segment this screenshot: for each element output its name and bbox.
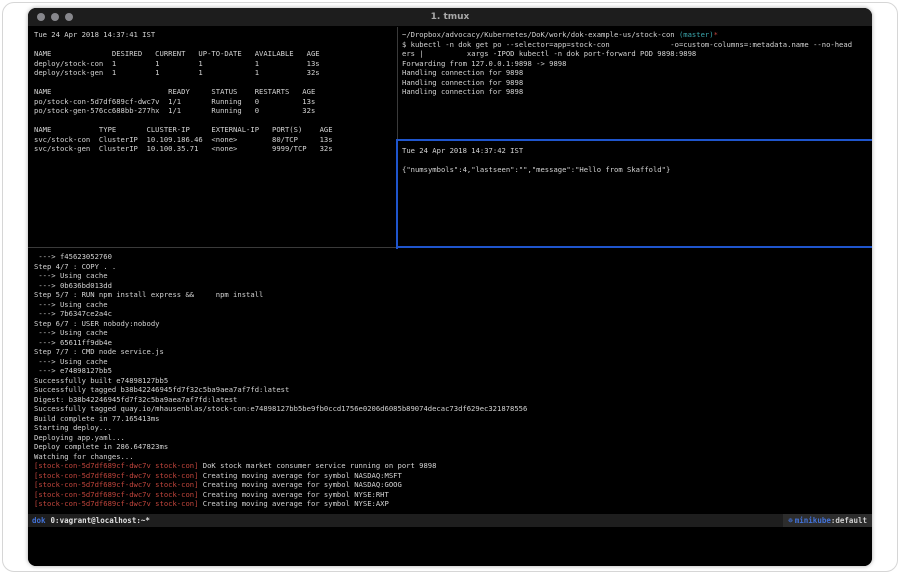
pane-divider-horizontal[interactable] (28, 247, 397, 248)
terminal-segment-red: [stock-con-5d7df689cf-dwc7v stock-con] (34, 480, 198, 489)
terminal-segment-red: * (714, 30, 718, 39)
terminal-line: Step 7/7 : CMD node service.js (34, 347, 868, 357)
active-pane-border-left[interactable] (396, 139, 398, 249)
terminal-line: svc/stock-gen ClusterIP 10.100.35.71 <no… (34, 144, 394, 154)
terminal-segment: Creating moving average for symbol NASDA… (198, 480, 401, 489)
terminal-line: Step 4/7 : COPY . . (34, 262, 868, 272)
terminal-line: $ kubectl -n dok get po --selector=app=s… (402, 40, 868, 50)
active-pane-border-top[interactable] (396, 139, 872, 141)
terminal-line: deploy/stock-con 1 1 1 1 13s (34, 59, 394, 69)
window-title: 1. tmux (28, 12, 872, 22)
terminal-line: ---> Using cache (34, 357, 868, 367)
terminal-line (34, 116, 394, 126)
terminal-line: {"numsymbols":4,"lastseen":"","message":… (402, 165, 868, 175)
terminal-line (34, 40, 394, 50)
terminal-segment: Creating moving average for symbol NYSE:… (198, 490, 388, 499)
session-name: dok (28, 516, 51, 525)
kube-namespace: :default (831, 516, 867, 525)
terminal-line: Watching for changes... (34, 452, 868, 462)
terminal-line (34, 78, 394, 88)
terminal-segment: Creating moving average for symbol NASDA… (198, 471, 401, 480)
current-window-label[interactable]: 0:vagrant@localhost:~* (51, 516, 150, 525)
terminal-line: Handling connection for 9898 (402, 68, 868, 78)
terminal-line: Successfully tagged quay.io/mhausenblas/… (34, 404, 868, 414)
terminal-segment-red: [stock-con-5d7df689cf-dwc7v stock-con] (34, 499, 198, 508)
terminal-line: svc/stock-con ClusterIP 10.109.186.46 <n… (34, 135, 394, 145)
terminal-line: Successfully built e74898127bb5 (34, 376, 868, 386)
terminal-line: po/stock-con-5d7df689cf-dwc7v 1/1 Runnin… (34, 97, 394, 107)
terminal-line: Successfully tagged b38b42246945fd7f32c5… (34, 385, 868, 395)
terminal-segment: DoK stock market consumer service runnin… (198, 461, 436, 470)
terminal-line: deploy/stock-gen 1 1 1 1 32s (34, 68, 394, 78)
terminal-line: Tue 24 Apr 2018 14:37:42 IST (402, 146, 868, 156)
terminal-segment-red: [stock-con-5d7df689cf-dwc7v stock-con] (34, 471, 198, 480)
tmux-status-bar: dok 0:vagrant@localhost:~* ☸ minikube :d… (28, 514, 872, 527)
terminal-line: Build complete in 77.165413ms (34, 414, 868, 424)
terminal-line: Step 5/7 : RUN npm install express && np… (34, 290, 868, 300)
terminal-line: [stock-con-5d7df689cf-dwc7v stock-con] C… (34, 490, 868, 500)
terminal-segment: Creating moving average for symbol NYSE:… (198, 499, 388, 508)
terminal-line: Handling connection for 9898 (402, 78, 868, 88)
terminal-line: Step 6/7 : USER nobody:nobody (34, 319, 868, 329)
terminal-line: ---> 0b636bd013dd (34, 281, 868, 291)
window-titlebar[interactable]: 1. tmux (28, 8, 872, 27)
terminal-window: 1. tmux Tue 24 Apr 2018 14:37:41 IST NAME… (28, 8, 872, 566)
pane-divider-vertical[interactable] (397, 27, 398, 140)
terminal-line: ---> f45623052760 (34, 252, 868, 262)
active-pane-border-bottom[interactable] (396, 246, 872, 248)
pane-kubectl-watch[interactable]: Tue 24 Apr 2018 14:37:41 IST NAME DESIRED… (34, 30, 394, 238)
terminal-segment-red: [stock-con-5d7df689cf-dwc7v stock-con] (34, 461, 198, 470)
terminal-line: ---> e74898127bb5 (34, 366, 868, 376)
kubernetes-icon: ☸ (788, 516, 793, 525)
terminal-line: Deploy complete in 286.647823ms (34, 442, 868, 452)
terminal-line: ~/Dropbox/advocacy/Kubernetes/DoK/work/d… (402, 30, 868, 40)
terminal-line: ---> Using cache (34, 271, 868, 281)
terminal-line: [stock-con-5d7df689cf-dwc7v stock-con] C… (34, 471, 868, 481)
terminal-line: ---> Using cache (34, 300, 868, 310)
terminal-segment: ~/Dropbox/advocacy/Kubernetes/DoK/work/d… (402, 30, 679, 39)
tmux-terminal: Tue 24 Apr 2018 14:37:41 IST NAME DESIRED… (28, 27, 872, 566)
terminal-line: NAME TYPE CLUSTER-IP EXTERNAL-IP PORT(S)… (34, 125, 394, 135)
terminal-line: [stock-con-5d7df689cf-dwc7v stock-con] D… (34, 461, 868, 471)
terminal-line: po/stock-gen-576cc688bb-277hx 1/1 Runnin… (34, 106, 394, 116)
terminal-segment-cyan: (master) (679, 30, 714, 39)
pane-port-forward[interactable]: ~/Dropbox/advocacy/Kubernetes/DoK/work/d… (402, 30, 868, 136)
terminal-segment-red: [stock-con-5d7df689cf-dwc7v stock-con] (34, 490, 198, 499)
terminal-line (402, 156, 868, 166)
terminal-line: NAME DESIRED CURRENT UP-TO-DATE AVAILABL… (34, 49, 394, 59)
terminal-line: ---> Using cache (34, 328, 868, 338)
terminal-line: [stock-con-5d7df689cf-dwc7v stock-con] C… (34, 480, 868, 490)
terminal-line: [stock-con-5d7df689cf-dwc7v stock-con] C… (34, 499, 868, 509)
terminal-line: Handling connection for 9898 (402, 87, 868, 97)
terminal-line: ers | xargs -IPOD kubectl -n dok port-fo… (402, 49, 868, 59)
kube-context: minikube (795, 516, 831, 525)
pane-build-log[interactable]: ---> f45623052760Step 4/7 : COPY . . ---… (34, 252, 868, 512)
terminal-line: Digest: b38b42246945fd7f32c5ba9aea7af7fd… (34, 395, 868, 405)
terminal-line: ---> 7b6347ce2a4c (34, 309, 868, 319)
terminal-line: ---> 65611ff9db4e (34, 338, 868, 348)
kube-context-chip: ☸ minikube :default (783, 514, 872, 527)
terminal-line: Deploying app.yaml... (34, 433, 868, 443)
terminal-line: Starting deploy... (34, 423, 868, 433)
terminal-line: Forwarding from 127.0.0.1:9898 -> 9898 (402, 59, 868, 69)
terminal-line: Tue 24 Apr 2018 14:37:41 IST (34, 30, 394, 40)
terminal-line: NAME READY STATUS RESTARTS AGE (34, 87, 394, 97)
pane-skaffold-hello[interactable]: Tue 24 Apr 2018 14:37:42 IST {"numsymbols… (402, 146, 868, 244)
